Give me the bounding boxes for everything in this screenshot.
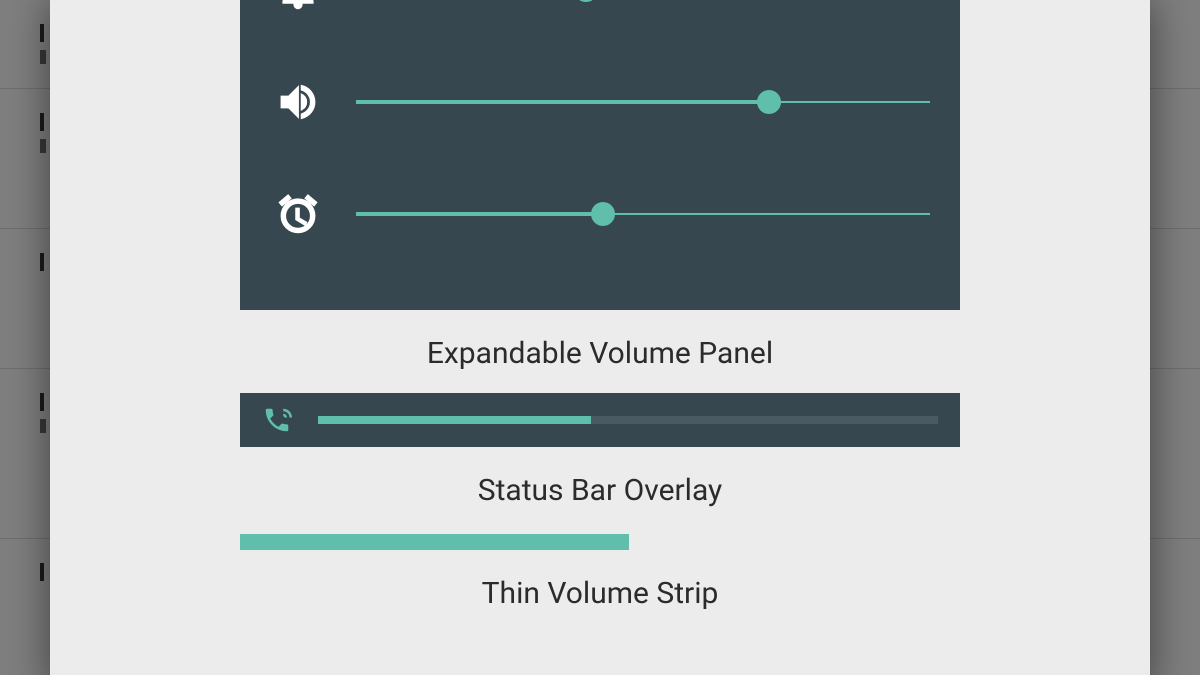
alarm-icon	[270, 186, 326, 242]
thin-volume-strip[interactable]	[240, 534, 960, 550]
bell-icon	[270, 0, 326, 18]
alarm-volume-slider[interactable]	[356, 202, 930, 226]
speaker-icon	[270, 74, 326, 130]
volume-styles-modal: Expandable Volume Panel Status Bar Overl…	[50, 0, 1150, 675]
alarm-volume-row	[270, 158, 930, 270]
phone-ring-icon	[262, 405, 292, 435]
notification-volume-row	[270, 0, 930, 46]
media-volume-row	[270, 46, 930, 158]
status-bar-caption: Status Bar Overlay	[478, 473, 722, 508]
status-bar-overlay[interactable]	[240, 393, 960, 447]
expandable-caption: Expandable Volume Panel	[427, 336, 773, 371]
expandable-volume-panel	[240, 0, 960, 310]
media-volume-slider[interactable]	[356, 90, 930, 114]
status-bar-slider[interactable]	[318, 416, 938, 424]
thin-strip-caption: Thin Volume Strip	[482, 576, 719, 611]
notification-volume-slider[interactable]	[356, 0, 930, 2]
